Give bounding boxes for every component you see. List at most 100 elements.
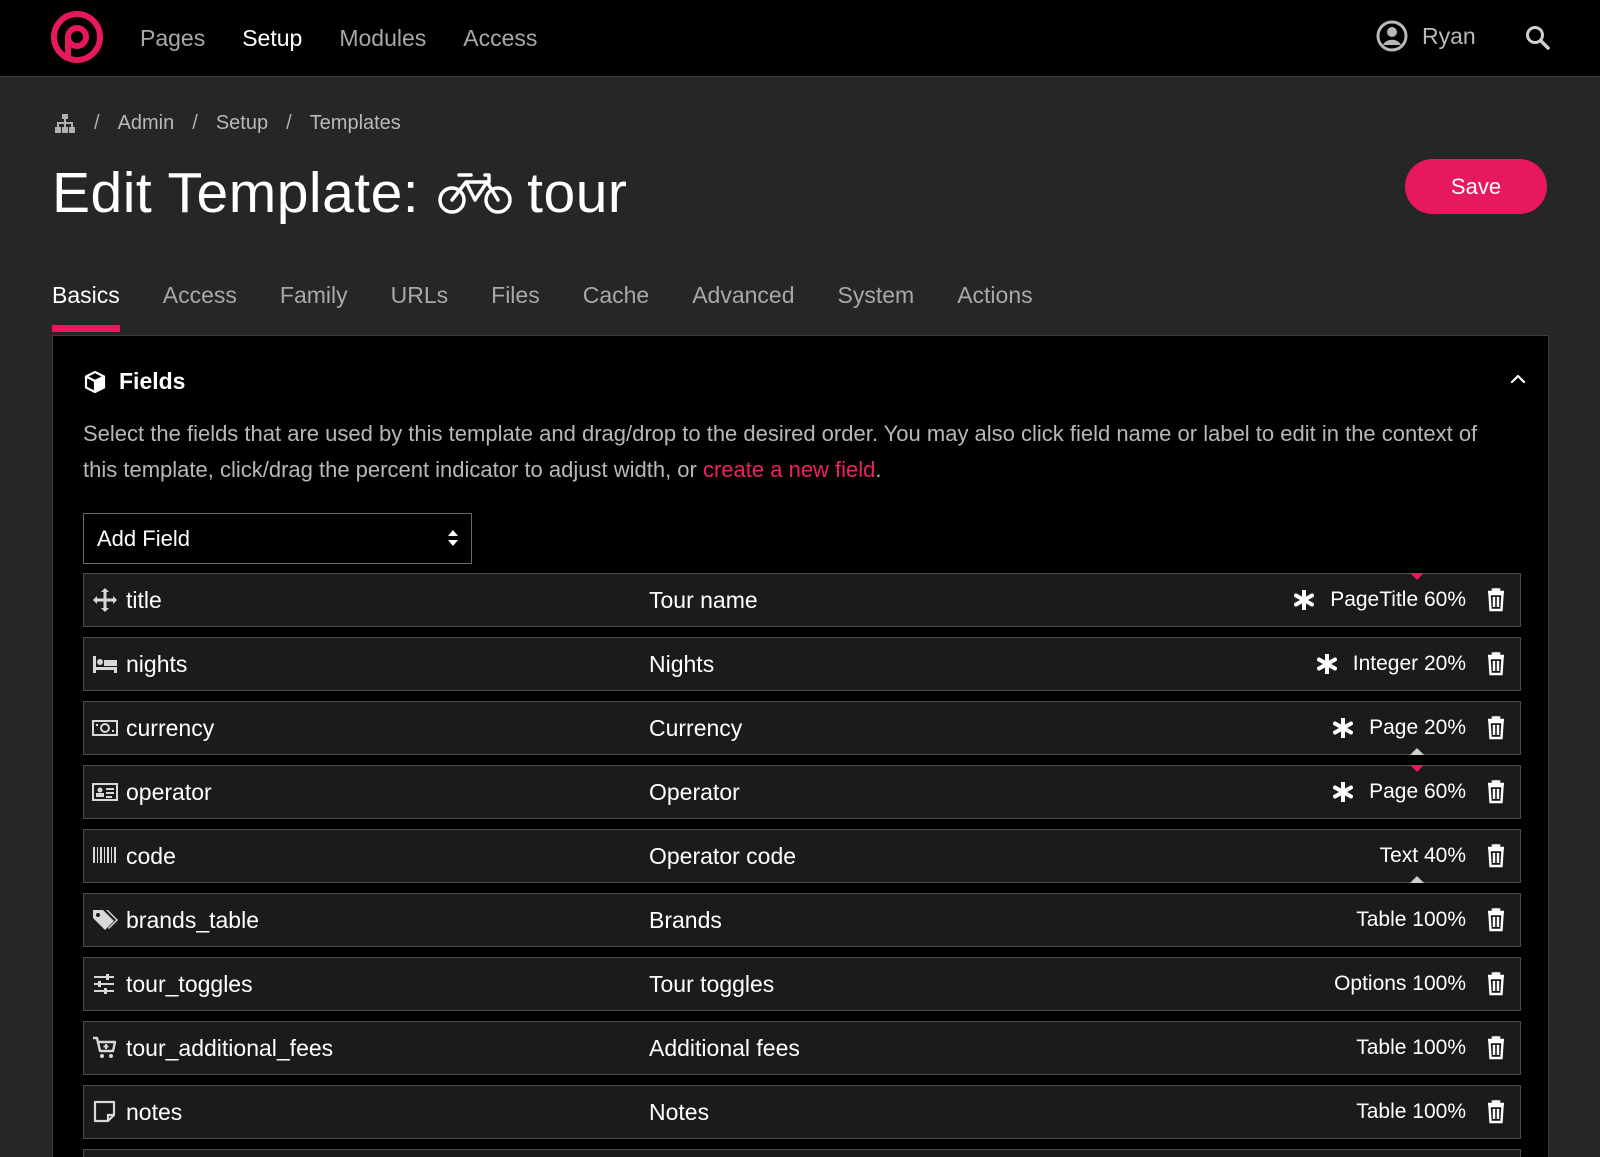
- search-icon[interactable]: [1524, 24, 1552, 52]
- field-meta: PageTitle 60%: [1294, 588, 1466, 612]
- field-row[interactable]: nights Nights Integer 20%: [83, 637, 1521, 691]
- field-width[interactable]: 20%: [1424, 716, 1466, 740]
- breadcrumb-setup[interactable]: Setup: [216, 112, 268, 135]
- field-name[interactable]: tour_additional_fees: [126, 1035, 333, 1062]
- tab-files[interactable]: Files: [491, 278, 540, 332]
- tab-bar: Basics Access Family URLs Files Cache Ad…: [52, 278, 1076, 332]
- field-row[interactable]: title Tour name PageTitle 60%: [83, 573, 1521, 627]
- tags-icon: [93, 910, 118, 930]
- sitemap-icon[interactable]: [54, 113, 76, 135]
- tab-advanced[interactable]: Advanced: [692, 278, 794, 332]
- trash-icon[interactable]: [1486, 716, 1506, 740]
- field-width[interactable]: 100%: [1412, 972, 1466, 996]
- field-row[interactable]: code Operator code Text 40%: [83, 829, 1521, 883]
- breadcrumb: / Admin / Setup / Templates: [54, 112, 401, 135]
- field-row[interactable]: tour_toggles Tour toggles Options 100%: [83, 957, 1521, 1011]
- breadcrumb-admin[interactable]: Admin: [118, 112, 175, 135]
- field-name[interactable]: nights: [126, 651, 187, 678]
- bed-icon: [93, 656, 117, 673]
- field-width[interactable]: 20%: [1424, 652, 1466, 676]
- trash-icon[interactable]: [1486, 588, 1506, 612]
- field-label[interactable]: Notes: [649, 1099, 709, 1126]
- field-meta: Integer 20%: [1316, 652, 1466, 676]
- user-menu[interactable]: Ryan: [1376, 18, 1476, 54]
- nav-access[interactable]: Access: [463, 20, 537, 56]
- fields-description: Select the fields that are used by this …: [83, 416, 1503, 488]
- trash-icon[interactable]: [1486, 1100, 1506, 1124]
- tab-system[interactable]: System: [838, 278, 915, 332]
- width-indicator[interactable]: [1410, 876, 1424, 883]
- field-label[interactable]: Tour name: [649, 587, 758, 614]
- field-width[interactable]: 60%: [1424, 780, 1466, 804]
- user-avatar-icon: [1376, 20, 1408, 52]
- field-row[interactable]: notes Notes Table 100%: [83, 1085, 1521, 1139]
- field-name[interactable]: code: [126, 843, 176, 870]
- fields-list: title Tour name PageTitle 60% nights Nig…: [83, 573, 1521, 1157]
- note-icon: [93, 1100, 116, 1123]
- cube-icon: [84, 370, 106, 393]
- field-name[interactable]: title: [126, 587, 162, 614]
- id-card-icon: [92, 783, 118, 801]
- user-name: Ryan: [1422, 23, 1476, 49]
- trash-icon[interactable]: [1486, 652, 1506, 676]
- field-row[interactable]: currency Currency Page 20%: [83, 701, 1521, 755]
- field-name[interactable]: brands_table: [126, 907, 259, 934]
- bicycle-icon: [438, 173, 512, 214]
- field-name[interactable]: tour_toggles: [126, 971, 253, 998]
- field-width[interactable]: 40%: [1424, 844, 1466, 868]
- trash-icon[interactable]: [1486, 844, 1506, 868]
- field-name[interactable]: currency: [126, 715, 214, 742]
- breadcrumb-separator: /: [192, 112, 198, 134]
- tab-urls[interactable]: URLs: [391, 278, 449, 332]
- nav-modules[interactable]: Modules: [339, 20, 426, 56]
- trash-icon[interactable]: [1486, 1036, 1506, 1060]
- main-nav: Pages Setup Modules Access: [140, 20, 574, 56]
- cart-icon: [93, 1036, 117, 1058]
- tab-basics[interactable]: Basics: [52, 278, 120, 332]
- field-name[interactable]: operator: [126, 779, 212, 806]
- field-meta: Table 100%: [1356, 1100, 1466, 1124]
- tab-access[interactable]: Access: [163, 278, 237, 332]
- select-arrows-icon: [448, 530, 458, 546]
- field-row[interactable]: operator Operator Page 60%: [83, 765, 1521, 819]
- processwire-logo-icon[interactable]: [50, 10, 104, 64]
- field-label[interactable]: Nights: [649, 651, 714, 678]
- field-width[interactable]: 100%: [1412, 908, 1466, 932]
- trash-icon[interactable]: [1486, 972, 1506, 996]
- move-icon[interactable]: [92, 587, 118, 613]
- tab-actions[interactable]: Actions: [957, 278, 1032, 332]
- create-new-field-link[interactable]: create a new field: [703, 457, 875, 482]
- trash-icon[interactable]: [1486, 780, 1506, 804]
- asterisk-icon: [1333, 718, 1354, 738]
- field-row[interactable]: brands_table Brands Table 100%: [83, 893, 1521, 947]
- field-row[interactable]: tour_additional_fees Additional fees Tab…: [83, 1021, 1521, 1075]
- field-width[interactable]: 100%: [1412, 1100, 1466, 1124]
- fields-panel: Fields Select the fields that are used b…: [52, 335, 1549, 1157]
- breadcrumb-templates[interactable]: Templates: [310, 112, 401, 135]
- width-indicator[interactable]: [1410, 748, 1424, 755]
- field-label[interactable]: Additional fees: [649, 1035, 800, 1062]
- fields-panel-header[interactable]: Fields: [83, 368, 185, 395]
- field-label[interactable]: Brands: [649, 907, 722, 934]
- field-label[interactable]: Tour toggles: [649, 971, 774, 998]
- tab-family[interactable]: Family: [280, 278, 348, 332]
- trash-icon[interactable]: [1486, 908, 1506, 932]
- asterisk-icon: [1294, 590, 1315, 610]
- save-button[interactable]: Save: [1405, 159, 1547, 214]
- breadcrumb-separator: /: [94, 112, 100, 134]
- tab-cache[interactable]: Cache: [583, 278, 649, 332]
- field-width[interactable]: 60%: [1424, 588, 1466, 612]
- field-label[interactable]: Currency: [649, 715, 742, 742]
- field-name[interactable]: notes: [126, 1099, 182, 1126]
- add-field-select[interactable]: Add Field: [83, 513, 472, 564]
- field-row[interactable]: [83, 1149, 1521, 1157]
- nav-setup[interactable]: Setup: [242, 20, 302, 56]
- field-width[interactable]: 100%: [1412, 1036, 1466, 1060]
- field-label[interactable]: Operator: [649, 779, 740, 806]
- nav-pages[interactable]: Pages: [140, 20, 205, 56]
- field-label[interactable]: Operator code: [649, 843, 796, 870]
- width-indicator[interactable]: [1410, 765, 1424, 772]
- field-type: Page: [1369, 780, 1419, 803]
- chevron-up-icon[interactable]: [1509, 370, 1527, 388]
- width-indicator[interactable]: [1410, 573, 1424, 580]
